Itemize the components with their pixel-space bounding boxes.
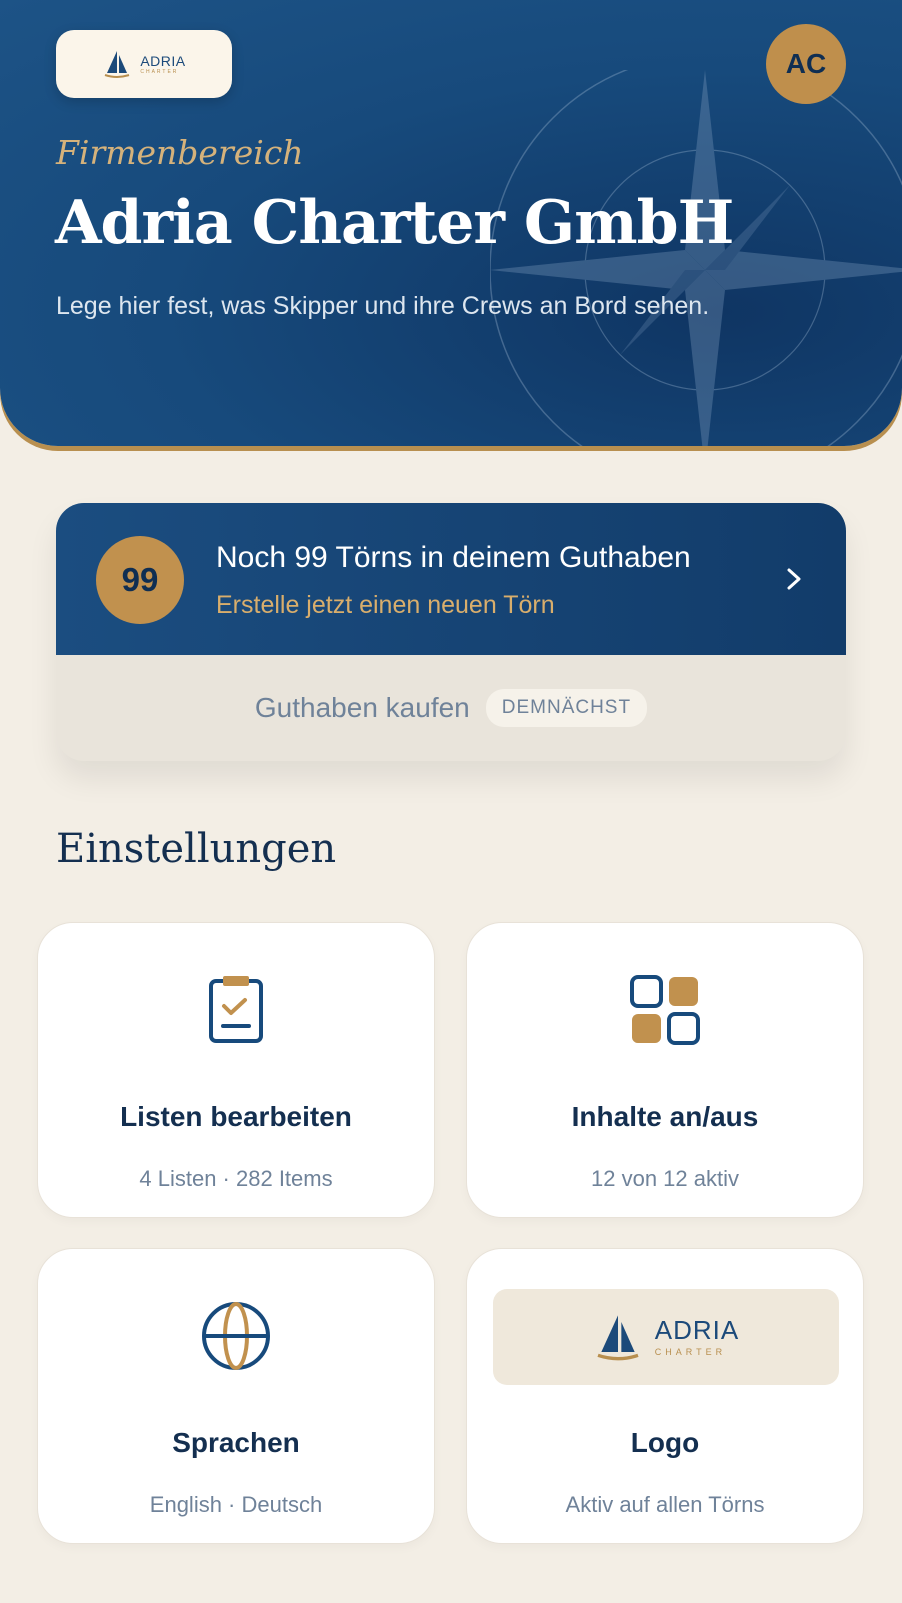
page-subtitle: Lege hier fest, was Skipper und ihre Cre… [56,292,710,320]
tile-toggle-content[interactable]: Inhalte an/aus 12 von 12 aktiv [466,922,864,1218]
coming-soon-badge: DEMNÄCHST [485,689,648,727]
logo-tagline: CHARTER [654,1347,727,1357]
credit-card: 99 Noch 99 Törns in deinem Guthaben Erst… [56,503,846,761]
globe-icon [202,1302,270,1370]
clipboard-check-icon [209,976,263,1043]
tile-title: Listen bearbeiten [120,1101,352,1132]
settings-section-title: Einstellungen [56,826,337,872]
tile-title: Sprachen [172,1427,300,1458]
sailboat-icon [105,51,130,78]
logo-wordmark: ADRIA [654,1315,740,1345]
grid-toggle-icon [630,975,700,1045]
page-title: Adria Charter GmbH [55,188,734,258]
company-logo-badge: ADRIA CHARTER [56,30,232,98]
logo-wordmark: ADRIA [140,52,186,69]
header-hero: ADRIA CHARTER AC Firmenbereich Adria Cha… [0,0,902,446]
tile-title: Inhalte an/aus [571,1101,759,1132]
logo-preview: ADRIA CHARTER [493,1289,839,1385]
sailboat-icon [597,1315,639,1361]
compass-rose-decoration [490,70,902,446]
tile-subtitle: 12 von 12 aktiv [591,1166,739,1191]
credit-title: Noch 99 Törns in deinem Guthaben [216,541,691,574]
logo-tagline: CHARTER [140,68,179,75]
create-trip-banner[interactable]: 99 Noch 99 Törns in deinem Guthaben Erst… [56,503,846,655]
tile-languages[interactable]: Sprachen English · Deutsch [37,1248,435,1544]
tile-subtitle: Aktiv auf allen Törns [565,1492,765,1517]
buy-credits-row: Guthaben kaufen DEMNÄCHST [56,655,846,761]
chevron-right-icon [787,568,801,590]
tile-subtitle: English · Deutsch [149,1492,323,1517]
credit-subtitle: Erstelle jetzt einen neuen Törn [216,591,555,619]
section-eyebrow: Firmenbereich [56,133,304,172]
buy-credits-label: Guthaben kaufen [254,692,470,723]
tile-title: Logo [630,1427,700,1458]
user-avatar[interactable]: AC [766,24,846,104]
tile-edit-lists[interactable]: Listen bearbeiten 4 Listen · 282 Items [37,922,435,1218]
tile-logo[interactable]: ADRIA CHARTER Logo Aktiv auf allen Törns [466,1248,864,1544]
credit-count-badge: 99 [96,536,184,624]
tile-subtitle: 4 Listen · 282 Items [139,1166,333,1191]
